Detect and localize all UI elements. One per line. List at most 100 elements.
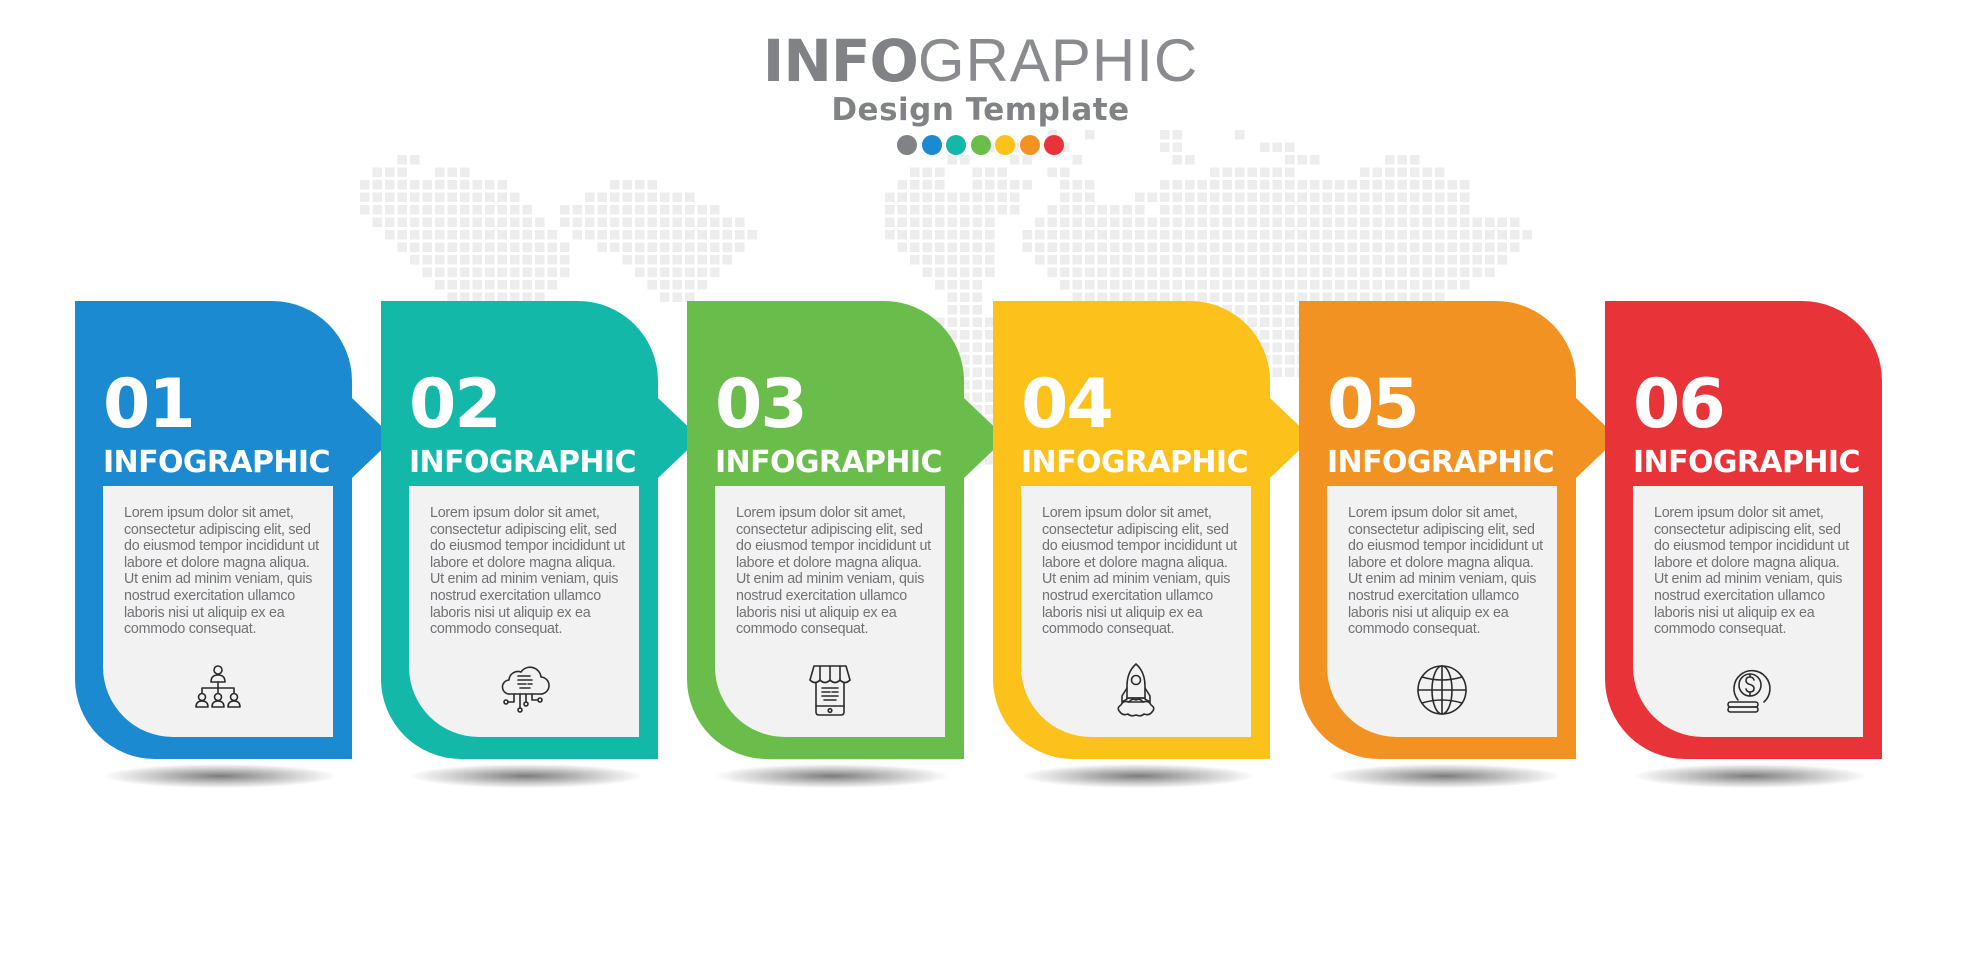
map-pixel <box>1460 280 1470 290</box>
map-pixel <box>635 242 645 252</box>
map-pixel <box>510 267 520 277</box>
map-pixel <box>660 230 670 240</box>
map-pixel <box>635 255 645 265</box>
title-bold: INFO <box>762 27 919 95</box>
map-pixel <box>1285 217 1295 227</box>
map-pixel <box>672 242 682 252</box>
map-pixel <box>622 255 632 265</box>
map-pixel <box>885 230 895 240</box>
map-pixel <box>435 242 445 252</box>
map-pixel <box>1197 180 1207 190</box>
map-pixel <box>385 180 395 190</box>
map-pixel <box>1397 217 1407 227</box>
map-pixel <box>1460 217 1470 227</box>
map-pixel <box>1197 280 1207 290</box>
map-pixel <box>647 180 657 190</box>
map-pixel <box>1310 205 1320 215</box>
map-pixel <box>1397 267 1407 277</box>
map-pixel <box>1210 217 1220 227</box>
map-pixel <box>1310 230 1320 240</box>
map-pixel <box>1360 217 1370 227</box>
map-pixel <box>660 242 670 252</box>
map-pixel <box>1372 180 1382 190</box>
map-pixel <box>1185 205 1195 215</box>
map-pixel <box>947 267 957 277</box>
map-pixel <box>1485 217 1495 227</box>
map-pixel <box>1397 255 1407 265</box>
map-pixel <box>1135 217 1145 227</box>
map-pixel <box>1247 280 1257 290</box>
map-pixel <box>660 255 670 265</box>
map-pixel <box>622 180 632 190</box>
map-pixel <box>972 242 982 252</box>
palette-dot-green <box>970 135 991 155</box>
map-pixel <box>710 230 720 240</box>
map-pixel <box>1085 217 1095 227</box>
map-pixel <box>410 205 420 215</box>
map-pixel <box>1297 217 1307 227</box>
map-pixel <box>472 192 482 202</box>
map-pixel <box>960 230 970 240</box>
map-pixel <box>935 230 945 240</box>
map-pixel <box>960 205 970 215</box>
map-pixel <box>635 267 645 277</box>
map-pixel <box>1335 280 1345 290</box>
map-pixel <box>985 192 995 202</box>
map-pixel <box>1222 180 1232 190</box>
map-pixel <box>397 230 407 240</box>
map-pixel <box>1210 205 1220 215</box>
map-pixel <box>985 255 995 265</box>
map-pixel <box>1510 242 1520 252</box>
map-pixel <box>1235 280 1245 290</box>
map-pixel <box>1222 242 1232 252</box>
map-pixel <box>1410 180 1420 190</box>
map-pixel <box>722 230 732 240</box>
map-pixel <box>1260 280 1270 290</box>
map-pixel <box>1047 205 1057 215</box>
map-pixel <box>960 155 970 165</box>
map-pixel <box>1122 205 1132 215</box>
map-pixel <box>1222 267 1232 277</box>
map-pixel <box>735 242 745 252</box>
map-pixel <box>410 192 420 202</box>
map-pixel <box>935 242 945 252</box>
map-pixel <box>1235 230 1245 240</box>
map-pixel <box>422 205 432 215</box>
map-pixel <box>947 280 957 290</box>
map-pixel <box>710 255 720 265</box>
map-pixel <box>960 267 970 277</box>
map-pixel <box>1097 230 1107 240</box>
map-pixel <box>985 180 995 190</box>
map-pixel <box>1435 242 1445 252</box>
map-pixel <box>1122 217 1132 227</box>
map-pixel <box>1322 205 1332 215</box>
map-pixel <box>1210 280 1220 290</box>
map-pixel <box>1172 267 1182 277</box>
map-pixel <box>1185 255 1195 265</box>
map-pixel <box>1097 217 1107 227</box>
map-pixel <box>1385 192 1395 202</box>
step-number: 06 <box>1633 365 1726 444</box>
map-pixel <box>1110 280 1120 290</box>
map-pixel <box>1135 192 1145 202</box>
map-pixel <box>1210 267 1220 277</box>
map-pixel <box>510 217 520 227</box>
map-pixel <box>1247 230 1257 240</box>
map-pixel <box>897 230 907 240</box>
map-pixel <box>435 192 445 202</box>
dollar-coins-icon <box>1718 660 1778 720</box>
map-pixel <box>910 180 920 190</box>
map-pixel <box>1447 180 1457 190</box>
map-pixel <box>1410 280 1420 290</box>
map-pixel <box>1397 192 1407 202</box>
map-pixel <box>1285 155 1295 165</box>
map-pixel <box>435 255 445 265</box>
map-pixel <box>1360 280 1370 290</box>
map-pixel <box>1197 242 1207 252</box>
map-pixel <box>1285 242 1295 252</box>
map-pixel <box>1322 255 1332 265</box>
map-pixel <box>1072 255 1082 265</box>
map-pixel <box>1172 230 1182 240</box>
map-pixel <box>935 167 945 177</box>
map-pixel <box>1422 205 1432 215</box>
